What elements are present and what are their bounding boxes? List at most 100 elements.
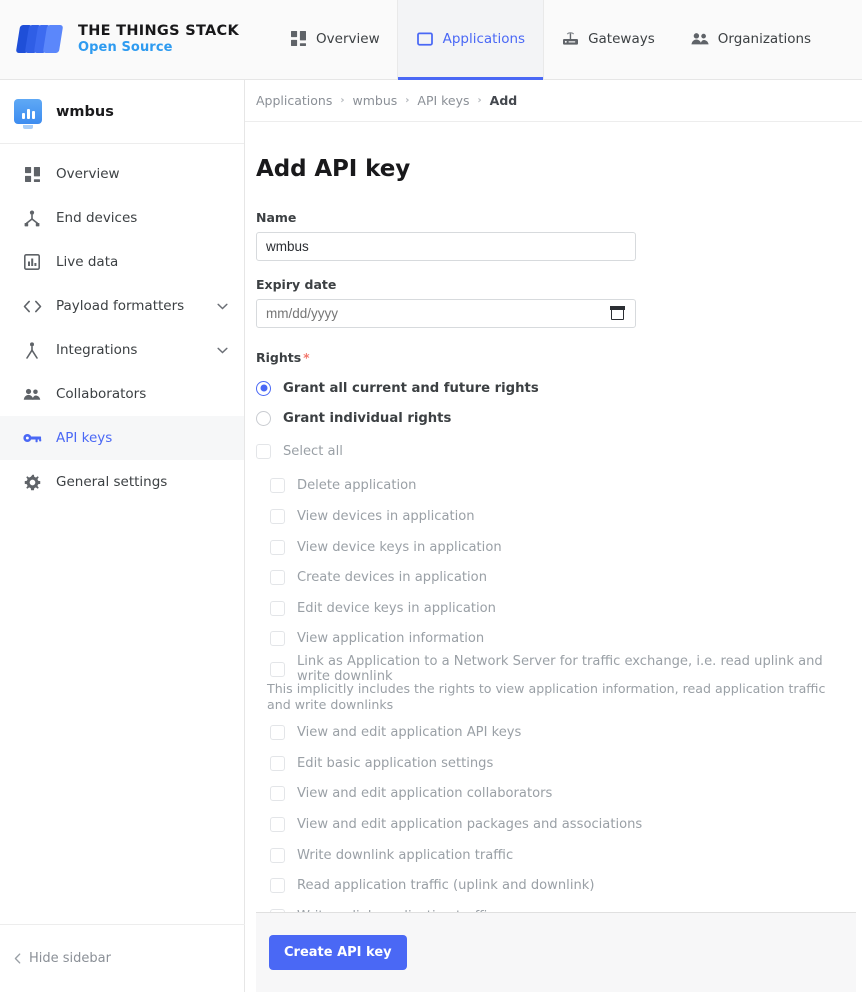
permission-checkbox[interactable] <box>270 540 285 555</box>
permission-row[interactable]: View and edit application collaborators <box>256 779 851 810</box>
monitor-bar-chart-icon <box>14 99 42 124</box>
permission-checkbox[interactable] <box>270 601 285 616</box>
breadcrumb-item-wmbus[interactable]: wmbus <box>352 93 397 108</box>
permission-checkbox[interactable] <box>270 786 285 801</box>
sidebar-item-label: Collaborators <box>56 386 228 402</box>
nav-item-gateways[interactable]: Gateways <box>543 0 673 80</box>
breadcrumb-item-api-keys[interactable]: API keys <box>417 93 469 108</box>
nav-item-label: Applications <box>443 31 525 47</box>
sidebar-item-label: Overview <box>56 166 228 182</box>
select-all-label: Select all <box>283 444 343 459</box>
permission-row[interactable]: Edit device keys in application <box>256 593 851 624</box>
rights-label-text: Rights <box>256 350 301 365</box>
name-input[interactable]: wmbus <box>256 232 636 261</box>
sidebar: wmbus Overview <box>0 80 245 992</box>
permission-checkbox[interactable] <box>270 878 285 893</box>
sidebar-item-end-devices[interactable]: End devices <box>0 196 244 240</box>
brand-text: THE THINGS STACK Open Source <box>78 23 239 56</box>
sidebar-item-payload-formatters[interactable]: Payload formatters <box>0 284 244 328</box>
breadcrumb-current: Add <box>490 93 518 108</box>
app-window: THE THINGS STACK Open Source Overview <box>0 0 862 992</box>
sidebar-item-label: Payload formatters <box>56 298 217 314</box>
sidebar-nav-list: Overview End devices <box>0 144 244 504</box>
permission-checkbox[interactable] <box>270 756 285 771</box>
permission-label: Write downlink application traffic <box>297 848 513 863</box>
permission-row[interactable]: View and edit application API keys <box>256 717 851 748</box>
calendar-icon[interactable] <box>611 307 624 320</box>
sidebar-item-api-keys[interactable]: API keys <box>0 416 244 460</box>
permission-label: Link as Application to a Network Server … <box>297 654 851 684</box>
sidebar-app-header[interactable]: wmbus <box>0 80 244 144</box>
permission-label: Edit device keys in application <box>297 601 496 616</box>
permission-checkbox[interactable] <box>270 817 285 832</box>
stacked-cards-logo-icon <box>18 22 66 58</box>
chevron-down-icon[interactable] <box>217 303 228 310</box>
grid-icon <box>22 164 42 184</box>
rights-label: Rights* <box>256 350 851 365</box>
permission-row[interactable]: View device keys in application <box>256 532 851 563</box>
select-all-row[interactable]: Select all <box>256 436 851 467</box>
permission-label: Create devices in application <box>297 570 487 585</box>
radio-grant-all-row[interactable]: Grant all current and future rights <box>256 374 851 402</box>
nav-item-organizations[interactable]: Organizations <box>673 0 829 80</box>
sidebar-item-general-settings[interactable]: General settings <box>0 460 244 504</box>
chevron-left-icon <box>14 953 21 964</box>
sidebar-item-overview[interactable]: Overview <box>0 152 244 196</box>
create-api-key-button[interactable]: Create API key <box>269 935 407 970</box>
permission-checkbox[interactable] <box>270 631 285 646</box>
permission-row[interactable]: Edit basic application settings <box>256 748 851 779</box>
permission-row[interactable]: View devices in application <box>256 501 851 532</box>
radio-grant-individual[interactable] <box>256 411 271 426</box>
hide-sidebar-button[interactable]: Hide sidebar <box>0 924 245 992</box>
radio-grant-all[interactable] <box>256 381 271 396</box>
brand-logo-area[interactable]: THE THINGS STACK Open Source <box>0 0 249 79</box>
permission-row[interactable]: Read application traffic (uplink and dow… <box>256 870 851 901</box>
radio-grant-individual-label: Grant individual rights <box>283 411 451 426</box>
name-field-group: Name wmbus <box>256 210 851 261</box>
expiry-date-input[interactable]: mm/dd/yyyy <box>256 299 636 328</box>
permission-row[interactable]: Write downlink application traffic <box>256 840 851 871</box>
permission-label: View devices in application <box>297 509 475 524</box>
sidebar-item-live-data[interactable]: Live data <box>0 240 244 284</box>
permission-checkbox[interactable] <box>270 848 285 863</box>
permission-checkbox[interactable] <box>270 662 285 677</box>
permission-checkbox[interactable] <box>270 478 285 493</box>
code-brackets-icon <box>22 296 42 316</box>
integrations-node-icon <box>22 340 42 360</box>
nav-item-label: Overview <box>316 31 380 47</box>
chevron-down-icon[interactable] <box>217 347 228 354</box>
people-icon <box>22 384 42 404</box>
permission-checkbox[interactable] <box>270 570 285 585</box>
live-data-chart-icon <box>22 252 42 272</box>
permission-label: View device keys in application <box>297 540 502 555</box>
sidebar-item-collaborators[interactable]: Collaborators <box>0 372 244 416</box>
select-all-checkbox[interactable] <box>256 444 271 459</box>
sidebar-item-label: Live data <box>56 254 228 270</box>
breadcrumb-item-applications[interactable]: Applications <box>256 93 332 108</box>
breadcrumb-separator: › <box>478 95 482 106</box>
nav-item-applications[interactable]: Applications <box>398 0 543 80</box>
permission-description: This implicitly includes the rights to v… <box>256 681 851 714</box>
key-icon <box>22 428 42 448</box>
permission-label: Read application traffic (uplink and dow… <box>297 878 594 893</box>
sidebar-item-label: General settings <box>56 474 228 490</box>
radio-grant-individual-row[interactable]: Grant individual rights <box>256 404 851 432</box>
permission-label: View application information <box>297 631 484 646</box>
permission-row[interactable]: Create devices in application <box>256 562 851 593</box>
permission-checkbox[interactable] <box>270 509 285 524</box>
main-navigation: Overview Applications <box>271 0 829 79</box>
required-marker: * <box>303 351 309 365</box>
page-title: Add API key <box>256 156 851 182</box>
permission-row[interactable]: View application information <box>256 624 851 655</box>
breadcrumb-separator: › <box>340 95 344 106</box>
sidebar-item-label: Integrations <box>56 342 217 358</box>
permission-row[interactable]: Delete application <box>256 471 851 502</box>
permission-row[interactable]: View and edit application packages and a… <box>256 809 851 840</box>
sidebar-item-integrations[interactable]: Integrations <box>0 328 244 372</box>
hide-sidebar-label: Hide sidebar <box>29 951 111 966</box>
nav-item-overview[interactable]: Overview <box>271 0 398 80</box>
name-field-label: Name <box>256 210 851 225</box>
form-area: Add API key Name wmbus Expiry date mm/dd… <box>245 156 862 932</box>
main-content: Applications › wmbus › API keys › Add Ad… <box>245 80 862 992</box>
permission-checkbox[interactable] <box>270 725 285 740</box>
